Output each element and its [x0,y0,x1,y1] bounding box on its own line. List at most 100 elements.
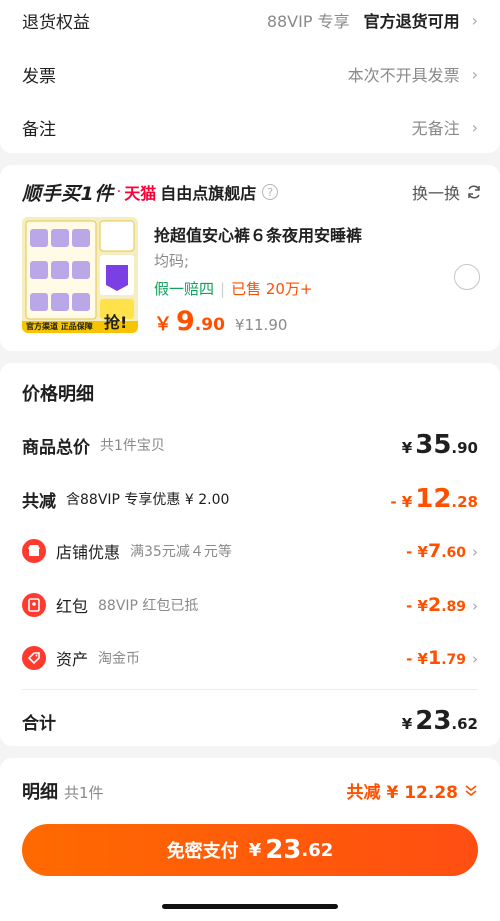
invoice-value-text: 本次不开具发票 [347,66,460,85]
order-options-card: 退货权益 88VIP 专享 官方退货可用 › 发票 本次不开具发票 › 备注 无… [0,0,500,153]
chevron-right-icon: › [471,117,478,137]
assets-dec: .79 [441,652,466,668]
swap-button[interactable]: 换一换 [412,180,482,204]
pay-yen: ¥ [248,839,262,861]
goods-total-amount: ¥ 35 .90 [402,430,478,460]
total-reduce-yen: - ¥ [390,493,413,511]
sum-dec: .62 [451,715,478,733]
checkout-bar: 明细 共1件 共减 ¥ 12.28 免密支付 ¥ 23 .62 [0,758,500,921]
refund-rights-label: 退货权益 [22,12,90,33]
sum-label: 合计 [22,713,56,734]
assets-amount: - ¥ 1 .79 › [406,647,478,669]
reduce-summary-text: 共减 ¥ 12.28 [346,783,458,803]
assets-label: 资产 [56,650,89,669]
note-row[interactable]: 备注 无备注 › [22,107,478,147]
pay-dec: .62 [301,839,334,861]
assets-row[interactable]: 资产 淘金币 - ¥ 1 .79 › [22,643,478,673]
total-reduce-row: 共减 含88VIP 专享优惠 ¥ 2.00 - ¥ 12 .28 [22,481,478,517]
tmall-logo: 天猫 [124,184,157,203]
assets-int: 1 [427,647,442,669]
shop-discount-sub: 满35元减４元等 [130,544,232,560]
red-packet-minus: - ¥ [406,597,428,615]
refund-rights-value: 88VIP 专享 官方退货可用 › [267,8,478,32]
detail-toggle[interactable]: 明细 共1件 [22,778,104,804]
total-reduce-sub: 含88VIP 专享优惠 ¥ 2.00 [66,492,230,508]
shop-discount-dec: .60 [441,545,466,561]
invoice-value: 本次不开具发票 › [348,62,478,86]
sum-row: 合计 ¥ 23 .62 [22,703,478,739]
chevron-right-icon: › [471,10,478,30]
red-packet-amount: - ¥ 2 .89 › [406,594,478,616]
detail-count: 共1件 [64,784,104,802]
total-reduce-dec: .28 [451,493,478,511]
goods-total-sub: 共1件宝贝 [100,438,165,454]
refresh-icon [468,185,480,199]
thumb-guarantee-text: 官方渠道 正品保障 [26,322,93,331]
note-value-text: 无备注 [411,119,460,138]
red-packet-icon [22,593,46,617]
product-spec[interactable]: 均码; [154,250,189,271]
goods-total-int: 35 [415,430,452,460]
price-integer: 9 [176,306,195,337]
fake-compensation-tag: 假一赔四 [154,280,215,298]
double-chevron-down-icon [465,784,477,796]
invoice-row[interactable]: 发票 本次不开具发票 › [22,54,478,94]
price-currency: ￥ [154,314,172,335]
refund-88vip-text: 88VIP 专享 [266,12,350,31]
add-product-radio[interactable] [454,264,480,290]
pay-label: 免密支付 [166,841,239,862]
product-price: ￥ 9 .90 ¥11.90 [154,306,287,337]
divider [22,689,478,690]
assets-minus: - ¥ [406,650,428,668]
invoice-label: 发票 [22,66,56,87]
coin-tag-icon [22,646,46,670]
goods-total-dec: .90 [451,439,478,457]
note-label: 备注 [22,119,56,140]
shop-discount-row[interactable]: 店铺优惠 满35元减４元等 - ¥ 7 .60 › [22,536,478,566]
total-reduce-amount: - ¥ 12 .28 [390,484,478,514]
brand-dot: · [116,184,122,200]
home-indicator [162,904,338,909]
goods-total-label: 商品总价 [22,437,90,458]
sum-amount: ¥ 23 .62 [402,706,478,736]
red-packet-label: 红包 [56,597,89,616]
shop-icon [22,539,46,563]
red-packet-int: 2 [427,594,442,616]
chevron-right-icon: › [472,543,478,561]
detail-label: 明细 [22,782,58,803]
shop-discount-amount: - ¥ 7 .60 › [406,540,478,562]
price-decimal: .90 [194,315,225,335]
chevron-right-icon: › [472,650,478,668]
pay-int: 23 [265,835,302,865]
help-icon[interactable]: ? [262,184,279,200]
sum-int: 23 [415,706,452,736]
goods-total-yen: ¥ [401,439,413,457]
total-reduce-label: 共减 [22,491,56,512]
red-packet-row[interactable]: 红包 88VIP 红包已抵 - ¥ 2 .89 › [22,590,478,620]
shop-discount-int: 7 [427,540,442,562]
swap-label: 换一换 [411,184,460,203]
sum-yen: ¥ [401,715,413,733]
tag-separator: | [220,279,226,298]
shop-discount-minus: - ¥ [406,543,428,561]
shop-header: 顺手买1件 · 天猫 自由点旗舰店 ? 换一换 [22,179,482,205]
goods-total-row: 商品总价 共1件宝贝 ¥ 35 .90 [22,427,478,463]
price-detail-title: 价格明细 [22,384,94,405]
shop-discount-label: 店铺优惠 [56,543,121,562]
pay-button[interactable]: 免密支付 ¥ 23 .62 [22,824,478,876]
refund-official-text: 官方退货可用 [363,12,460,31]
assets-sub: 淘金币 [98,651,141,667]
total-reduce-int: 12 [415,484,452,514]
note-value: 无备注 › [412,115,478,139]
red-packet-sub: 88VIP 红包已抵 [98,598,199,614]
price-detail-card: 价格明细 商品总价 共1件宝贝 ¥ 35 .90 共减 含88VIP 专享优惠 … [0,363,500,746]
product-title[interactable]: 抢超值安心裤６条夜用安睡裤 [154,222,362,246]
reduce-summary-toggle[interactable]: 共减 ¥ 12.28 [347,778,478,803]
original-price: ¥11.90 [234,316,288,334]
chevron-right-icon: › [472,597,478,615]
thumb-badge: 抢! [104,313,128,332]
chevron-right-icon: › [471,64,478,84]
product-tags: 假一赔四 | 已售 20万+ [154,278,313,299]
shop-name[interactable]: 自由点旗舰店 [160,180,256,204]
refund-rights-row[interactable]: 退货权益 88VIP 专享 官方退货可用 › [22,0,478,40]
